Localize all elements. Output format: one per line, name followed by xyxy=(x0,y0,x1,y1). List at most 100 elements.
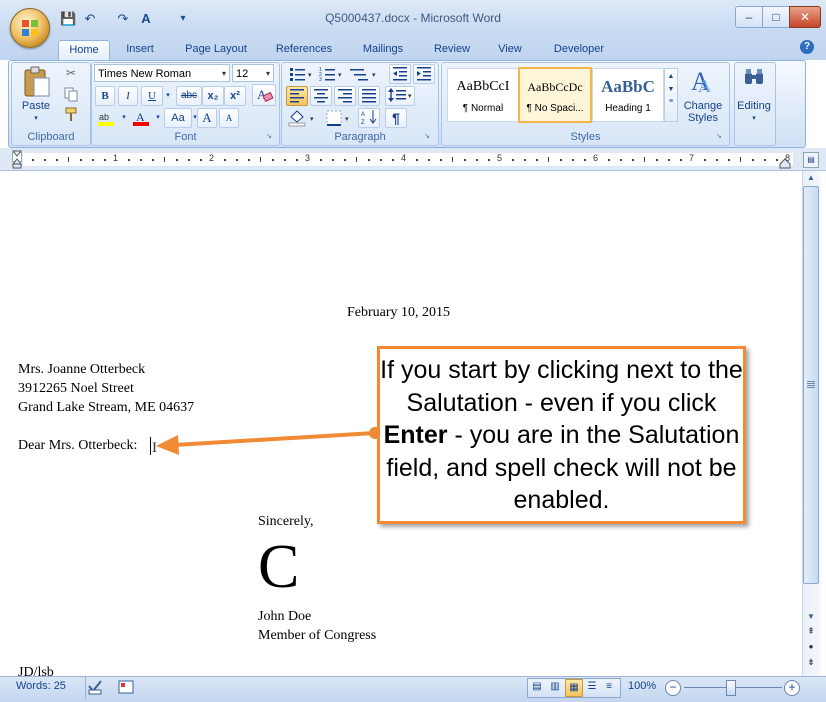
zoom-level[interactable]: 100% xyxy=(628,680,656,692)
bullets-button[interactable]: ▾ xyxy=(286,64,316,84)
recipient-city-state-zip[interactable]: Grand Lake Stream, ME 04637 xyxy=(18,400,194,416)
paste-button[interactable]: Paste ▾ xyxy=(16,64,56,122)
recipient-name[interactable]: Mrs. Joanne Otterbeck xyxy=(18,362,145,378)
word-count[interactable]: Words: 25 xyxy=(16,680,66,692)
style-normal[interactable]: AaBbCcI ¶ Normal xyxy=(447,68,519,122)
scroll-down-icon[interactable]: ▼ xyxy=(804,612,818,623)
next-page-icon[interactable]: ⇟ xyxy=(804,657,818,668)
font-dialog-launcher-icon[interactable]: ↘ xyxy=(266,132,274,140)
clear-formatting-button[interactable]: A xyxy=(252,84,276,106)
svg-text:▾: ▾ xyxy=(408,93,412,100)
align-left-icon xyxy=(290,89,304,103)
tab-developer[interactable]: Developer xyxy=(548,40,610,60)
highlight-dropdown-icon[interactable]: ▾ xyxy=(118,108,130,128)
styles-more-icon[interactable]: ≡ xyxy=(665,98,677,105)
justify-button[interactable] xyxy=(358,86,380,106)
styles-gallery-scroll[interactable]: ▲ ▼ ≡ xyxy=(664,68,678,122)
subscript-button[interactable]: x₂ xyxy=(202,86,224,106)
ruler-tick xyxy=(32,159,34,161)
web-layout-view-icon[interactable]: ▦ xyxy=(565,679,583,697)
borders-icon: ▾ xyxy=(326,110,349,126)
underline-button[interactable]: U xyxy=(141,86,163,106)
line-spacing-button[interactable]: ▾ xyxy=(385,86,415,106)
style-no-spacing[interactable]: AaBbCcDc ¶ No Spaci... xyxy=(518,67,592,123)
styles-scroll-down-icon[interactable]: ▼ xyxy=(665,86,677,93)
ruler-tick xyxy=(140,159,142,161)
previous-page-icon[interactable]: ⇞ xyxy=(804,626,818,637)
font-color-dropdown-icon[interactable]: ▾ xyxy=(152,108,164,128)
macro-record-icon[interactable] xyxy=(118,679,134,695)
font-color-button[interactable]: A xyxy=(130,108,154,128)
tab-page-layout[interactable]: Page Layout xyxy=(178,40,254,60)
tab-review[interactable]: Review xyxy=(428,40,476,60)
scroll-thumb[interactable] xyxy=(803,186,819,584)
zoom-in-icon[interactable]: + xyxy=(784,680,800,696)
shrink-font-button[interactable]: A xyxy=(219,108,239,128)
tab-view[interactable]: View xyxy=(493,40,527,60)
view-ruler-icon[interactable]: ▤ xyxy=(803,152,819,168)
ruler-tick xyxy=(296,159,298,161)
strikethrough-button[interactable]: abc xyxy=(176,86,202,106)
typist-initials[interactable]: JD/lsb xyxy=(18,666,54,676)
shading-button[interactable]: ▾ xyxy=(286,108,322,128)
grow-font-button[interactable]: A xyxy=(197,108,217,128)
outline-view-icon[interactable]: ☰ xyxy=(585,680,599,694)
zoom-slider-thumb[interactable] xyxy=(726,680,736,696)
scroll-up-icon[interactable]: ▲ xyxy=(804,173,818,184)
numbering-button[interactable]: 1 2 3 ▾ xyxy=(316,64,346,84)
styles-scroll-up-icon[interactable]: ▲ xyxy=(665,73,677,80)
align-center-button[interactable] xyxy=(310,86,332,106)
bold-button[interactable]: B xyxy=(95,86,115,106)
style-heading-1[interactable]: AaBbC Heading 1 xyxy=(592,68,664,122)
tab-mailings[interactable]: Mailings xyxy=(355,40,411,60)
help-icon[interactable]: ? xyxy=(800,40,814,54)
format-painter-icon[interactable] xyxy=(63,106,79,122)
superscript-button[interactable]: x² xyxy=(224,86,246,106)
styles-dialog-launcher-icon[interactable]: ↘ xyxy=(716,132,724,140)
recipient-street[interactable]: 3912265 Noel Street xyxy=(18,381,134,397)
align-right-button[interactable] xyxy=(334,86,356,106)
zoom-out-icon[interactable]: − xyxy=(665,680,681,696)
change-styles-button[interactable]: AA Change Styles xyxy=(680,64,726,128)
maximize-button[interactable]: □ xyxy=(762,6,790,28)
font-name-combo[interactable]: Times New Roman ▾ xyxy=(94,64,230,82)
align-right-icon xyxy=(338,89,352,103)
close-button[interactable]: ✕ xyxy=(789,6,821,28)
ruler-tick xyxy=(164,157,165,162)
office-button[interactable] xyxy=(10,8,50,48)
numbering-icon: 123▾ xyxy=(319,67,342,83)
multilevel-list-button[interactable]: ▾ xyxy=(346,64,382,84)
signer-name[interactable]: John Doe xyxy=(258,609,311,625)
ruler-tick xyxy=(428,159,430,161)
change-case-button[interactable]: Aa xyxy=(164,108,192,128)
decrease-indent-button[interactable] xyxy=(389,64,411,84)
borders-button[interactable]: ▾ xyxy=(324,108,356,128)
paragraph-dialog-launcher-icon[interactable]: ↘ xyxy=(424,132,432,140)
letter-date[interactable]: February 10, 2015 xyxy=(347,305,450,321)
proofing-icon[interactable] xyxy=(86,678,104,696)
show-hide-marks-button[interactable]: ¶ xyxy=(385,108,407,128)
increase-indent-button[interactable] xyxy=(413,64,435,84)
align-left-button[interactable] xyxy=(286,86,308,106)
ruler-tick xyxy=(104,159,106,161)
signer-title[interactable]: Member of Congress xyxy=(258,628,376,644)
font-size-combo[interactable]: 12 ▾ xyxy=(232,64,274,82)
tab-home[interactable]: Home xyxy=(58,40,110,61)
browse-object-icon[interactable]: ● xyxy=(804,642,818,653)
underline-dropdown-icon[interactable]: ▾ xyxy=(162,86,174,106)
editing-button[interactable]: Editing ▾ xyxy=(735,64,773,124)
sort-button[interactable]: AZ xyxy=(358,108,380,128)
italic-button[interactable]: I xyxy=(118,86,138,106)
draft-view-icon[interactable]: ≡ xyxy=(602,680,616,694)
cut-icon[interactable]: ✂ xyxy=(63,66,79,82)
closing[interactable]: Sincerely, xyxy=(258,514,313,530)
tab-references[interactable]: References xyxy=(270,40,338,60)
salutation-field[interactable]: Dear Mrs. Otterbeck: xyxy=(18,438,137,454)
print-layout-view-icon[interactable]: ▤ xyxy=(530,680,544,694)
indent-marker-icon[interactable] xyxy=(10,150,24,170)
highlight-button[interactable]: ab xyxy=(95,108,119,128)
tab-insert[interactable]: Insert xyxy=(118,40,162,60)
minimize-button[interactable]: – xyxy=(735,6,763,28)
copy-icon[interactable] xyxy=(63,86,79,102)
full-screen-reading-icon[interactable]: ▥ xyxy=(548,680,562,694)
